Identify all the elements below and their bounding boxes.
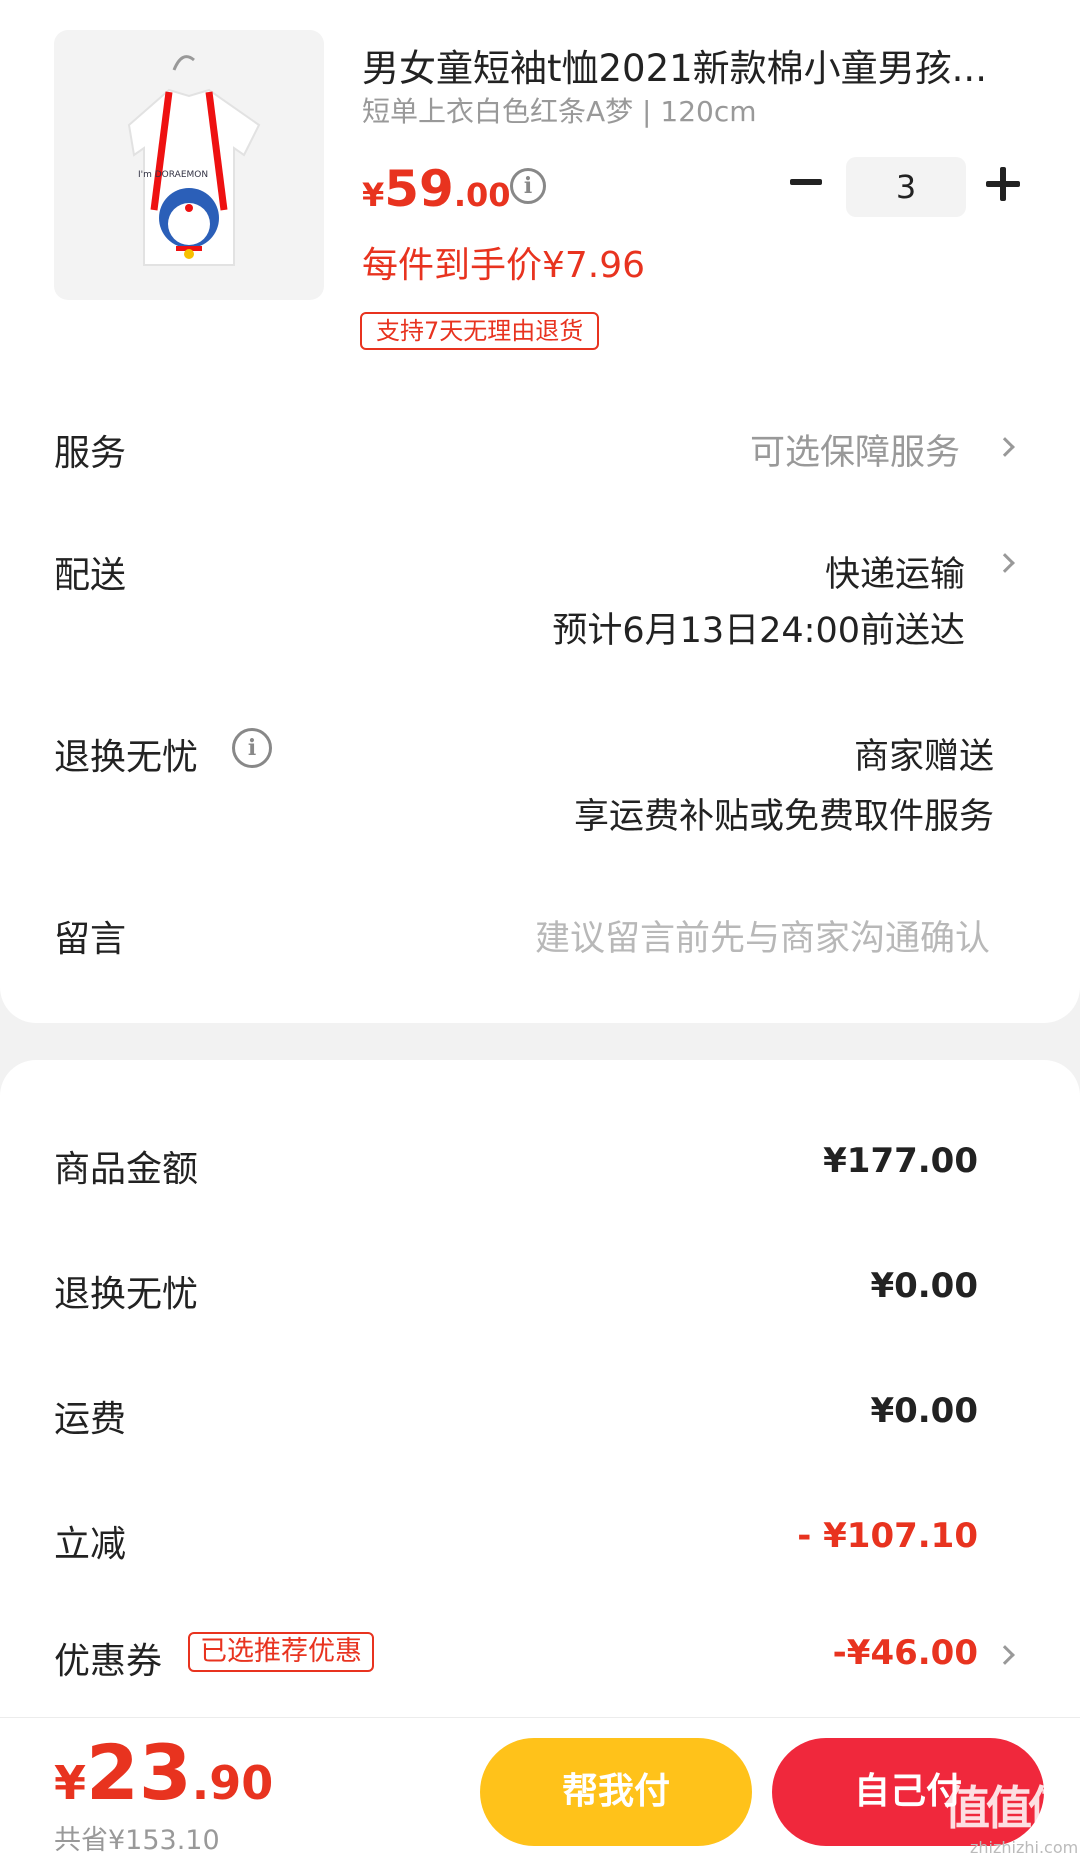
unit-price: 每件到手价¥7.96 [362,245,646,286]
return-worry-fee-label: 退换无忧 [54,1274,199,1315]
return-policy-tag: 支持7天无理由退货 [360,312,600,350]
instant-discount-value: - ¥107.10 [797,1516,978,1556]
delivery-eta: 预计6月13日24:00前送达 [552,611,965,651]
instant-discount-label: 立减 [54,1524,127,1565]
service-value[interactable]: 可选保障服务 [750,424,960,475]
coupon-badge[interactable]: 已选推荐优惠 [188,1632,374,1672]
total-currency: ¥ [54,1756,87,1810]
coupon-label: 优惠券 [54,1641,163,1682]
price-currency: ¥ [362,176,385,214]
image-caption: I'm DORAEMON [138,170,208,180]
quantity-increase-button[interactable] [986,166,1022,202]
tshirt-image: I'm DORAEMON [127,55,261,266]
product-image[interactable]: I'm DORAEMON [54,30,324,300]
total-saved: 共省¥153.10 [54,1825,220,1856]
return-worry-info-icon[interactable]: i [232,728,272,768]
service-label: 服务 [54,433,127,474]
watermark-site: zhizhizhi.com [970,1838,1079,1857]
goods-amount-label: 商品金额 [54,1149,199,1190]
help-pay-button[interactable]: 帮我付 [480,1738,752,1846]
product-price: ¥59.00 [362,160,511,218]
message-label: 留言 [54,919,127,960]
product-title: 男女童短袖t恤2021新款棉小童男孩... [362,47,987,90]
product-spec[interactable]: 短单上衣白色红条A梦 | 120cm [362,90,757,130]
total-integer: 23 [86,1728,192,1817]
delivery-label: 配送 [54,555,127,596]
shipping-value: ¥0.00 [870,1391,978,1431]
total-price: ¥23.90 [54,1728,273,1817]
shipping-label: 运费 [54,1399,127,1440]
return-worry-label: 退换无忧 [54,737,199,778]
total-decimal: .90 [191,1756,274,1810]
price-decimal: .00 [453,176,511,214]
quantity-input[interactable]: 3 [846,157,966,217]
price-info-icon[interactable]: i [510,168,546,204]
coupon-value[interactable]: -¥46.00 [833,1633,978,1673]
delivery-value[interactable]: 快递运输 [825,546,965,597]
return-worry-value: 商家赠送 [853,737,994,777]
price-integer: 59 [384,160,454,218]
watermark-logo: 值值值 [944,1781,1074,1835]
return-worry-fee-value: ¥0.00 [870,1266,978,1306]
goods-amount-value: ¥177.00 [823,1141,978,1181]
message-input[interactable]: 建议留言前先与商家沟通确认 [535,910,990,961]
quantity-decrease-button[interactable] [786,160,830,204]
return-worry-desc: 享运费补贴或免费取件服务 [573,797,994,837]
